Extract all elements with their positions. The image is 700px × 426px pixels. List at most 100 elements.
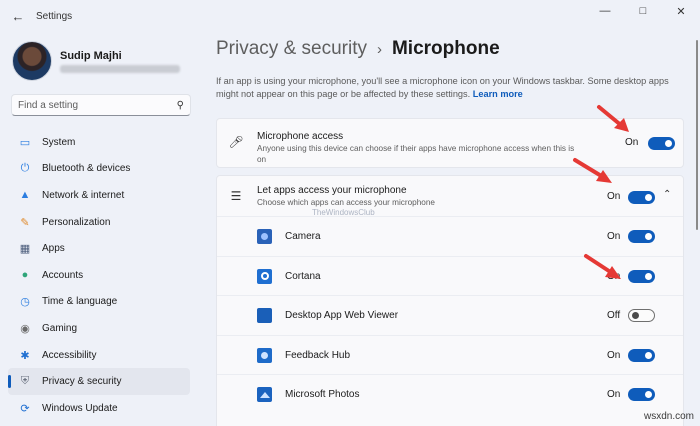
gamepad-icon: ◉ [20, 322, 30, 335]
breadcrumb: Privacy & security › Microphone [216, 38, 500, 60]
user-email-redacted [60, 64, 180, 73]
apps-access-toggle[interactable] [628, 191, 655, 204]
sidebar-item-system[interactable]: ▭ System [8, 129, 190, 156]
sidebar-item-windows-update[interactable]: ⟳ Windows Update [8, 395, 190, 422]
breadcrumb-separator: › [376, 41, 382, 58]
app-state: On [607, 349, 621, 361]
apps-access-title: Let apps access your microphone [257, 185, 407, 196]
breadcrumb-parent[interactable]: Privacy & security [216, 38, 367, 60]
app-state: Off [607, 310, 621, 322]
monitor-icon: ▭ [19, 136, 31, 149]
app-state: On [607, 270, 621, 282]
sidebar-item-label: Personalization [42, 216, 111, 228]
app-state: On [607, 231, 621, 242]
window-controls: — □ ✕ [586, 0, 700, 22]
user-name: Sudip Majhi [60, 49, 122, 62]
apps-access-card: ☰ Let apps access your microphone Choose… [216, 175, 684, 426]
user-profile[interactable]: Sudip Majhi [12, 41, 180, 81]
camera-toggle[interactable] [628, 230, 655, 243]
sidebar-item-privacy-security[interactable]: ⛨ Privacy & security [8, 368, 190, 395]
apps-access-description: Choose which apps can access your microp… [257, 198, 435, 207]
sidebar-item-accounts[interactable]: ● Accounts [8, 262, 190, 289]
learn-more-link[interactable]: Learn more [473, 89, 523, 99]
sidebar-item-gaming[interactable]: ◉ Gaming [8, 315, 190, 342]
apps-access-row[interactable]: ☰ Let apps access your microphone Choose… [217, 176, 683, 216]
sidebar-item-time-language[interactable]: ◷ Time & language [8, 289, 190, 316]
search-icon[interactable]: ⚲ [177, 100, 184, 111]
sidebar-item-accessibility[interactable]: ✱ Accessibility [8, 342, 190, 369]
sidebar-item-label: Gaming [42, 322, 78, 334]
feedback-hub-toggle[interactable] [628, 348, 655, 362]
microphone-icon: 🎤︎ [228, 135, 244, 149]
desktop-app-web-viewer-toggle[interactable] [628, 309, 655, 323]
app-label: Camera [285, 231, 321, 242]
sidebar: Sudip Majhi ⚲ ▭ System ⏻ Bluetooth & dev… [0, 32, 200, 426]
scrollbar[interactable] [696, 40, 698, 230]
avatar [12, 41, 52, 81]
microphone-access-toggle[interactable] [648, 137, 675, 150]
sidebar-item-label: Accounts [42, 269, 84, 281]
sidebar-item-personalization[interactable]: ✎ Personalization [8, 209, 190, 236]
brush-icon: ✎ [20, 216, 30, 229]
intro-text: If an app is using your microphone, you'… [216, 75, 684, 101]
minimize-icon[interactable]: — [586, 0, 624, 22]
main-content: Privacy & security › Microphone If an ap… [216, 32, 700, 426]
microphone-access-description: Anyone using this device can choose if t… [257, 144, 575, 164]
photos-icon [257, 387, 272, 403]
web-viewer-icon [257, 308, 272, 324]
sidebar-item-bluetooth[interactable]: ⏻ Bluetooth & devices [8, 156, 190, 183]
app-state: On [607, 389, 621, 401]
wifi-icon: ▲ [19, 189, 31, 202]
globe-clock-icon: ◷ [20, 296, 30, 309]
sidebar-item-network[interactable]: ▲ Network & internet [8, 182, 190, 209]
microphone-access-state: On [625, 137, 639, 148]
sidebar-item-label: Privacy & security [42, 376, 122, 388]
camera-icon [257, 229, 272, 244]
arrow-left-icon[interactable]: ← [4, 4, 32, 28]
watermark-text: TheWindowsClub [312, 208, 375, 217]
app-row-cortana: Cortana On [217, 255, 683, 296]
apps-access-state: On [607, 191, 621, 202]
search-input[interactable] [18, 99, 177, 111]
sidebar-item-label: System [42, 136, 76, 148]
close-icon[interactable]: ✕ [662, 0, 700, 22]
intro-description: If an app is using your microphone, you'… [216, 76, 669, 99]
microphone-access-row: 🎤︎ Microphone access Anyone using this d… [217, 119, 683, 167]
app-row-desktop-app-web-viewer: Desktop App Web Viewer Off [217, 295, 683, 335]
title-bar: ← Settings — □ ✕ [0, 0, 700, 32]
app-label: Feedback Hub [285, 349, 351, 361]
page-title: Microphone [391, 38, 500, 59]
sidebar-nav: ▭ System ⏻ Bluetooth & devices ▲ Network… [8, 129, 190, 422]
update-icon: ⟳ [20, 402, 30, 415]
sidebar-item-label: Bluetooth & devices [42, 163, 131, 175]
list-icon: ☰ [230, 189, 242, 203]
app-row-feedback-hub: Feedback Hub On [217, 334, 683, 375]
app-label: Cortana [285, 270, 321, 282]
sidebar-item-label: Windows Update [42, 402, 118, 414]
feedback-hub-icon [257, 347, 272, 363]
site-watermark: wsxdn.com [643, 411, 694, 422]
app-title: Settings [36, 10, 73, 22]
apps-icon: ▦ [19, 243, 31, 256]
chevron-up-icon[interactable]: ⌃ [663, 189, 671, 200]
sidebar-item-label: Apps [42, 243, 65, 255]
microphone-access-title: Microphone access [257, 131, 344, 142]
microphone-access-card: 🎤︎ Microphone access Anyone using this d… [216, 118, 684, 168]
accessibility-icon: ✱ [20, 349, 30, 362]
sidebar-item-apps[interactable]: ▦ Apps [8, 235, 190, 262]
cortana-toggle[interactable] [628, 269, 655, 283]
person-icon: ● [21, 269, 29, 282]
sidebar-item-label: Network & internet [42, 189, 125, 201]
app-row-microsoft-photos: Microsoft Photos On [217, 374, 683, 414]
sidebar-item-label: Time & language [42, 296, 118, 308]
maximize-icon[interactable]: □ [624, 0, 662, 22]
app-label: Microsoft Photos [285, 389, 360, 401]
sidebar-item-label: Accessibility [42, 349, 97, 361]
microsoft-photos-toggle[interactable] [628, 388, 655, 402]
app-label: Desktop App Web Viewer [285, 310, 399, 322]
shield-icon: ⛨ [20, 375, 30, 388]
bluetooth-icon: ⏻ [20, 162, 30, 175]
search-box[interactable]: ⚲ [11, 94, 191, 116]
app-row-camera: Camera On [217, 216, 683, 256]
cortana-icon [257, 268, 272, 284]
